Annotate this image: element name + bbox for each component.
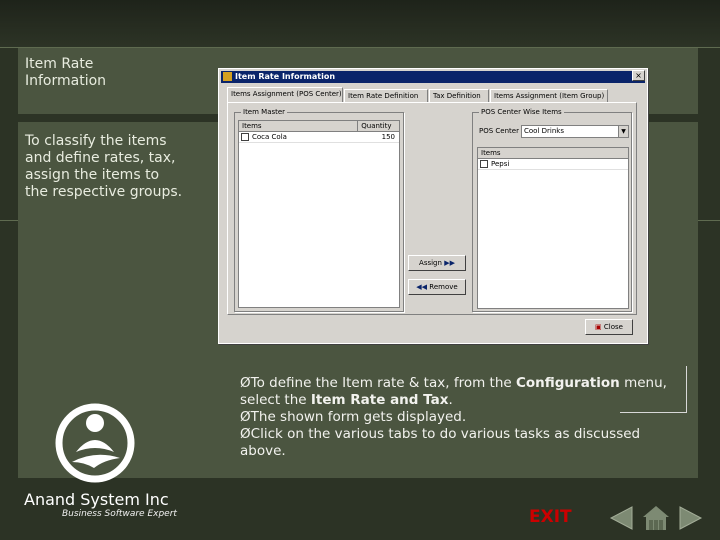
instruction-text: Click on the various tabs to do various … — [240, 426, 641, 459]
instructions: ØTo define the Item rate & tax, from the… — [240, 375, 688, 460]
chevron-down-icon[interactable]: ▼ — [618, 126, 628, 137]
pos-center-combo-label: POS Center — [479, 127, 519, 135]
exit-button[interactable]: EXIT — [529, 507, 572, 527]
slide-description: To classify the items and define rates, … — [25, 133, 183, 200]
bullet-arrow-icon: Ø — [240, 409, 251, 425]
app-icon — [223, 72, 232, 81]
assign-label: Assign — [419, 259, 442, 267]
item-master-group: Item Master Items Quantity Coca Cola 150 — [234, 107, 404, 312]
tab-page: Item Master Items Quantity Coca Cola 150… — [227, 102, 637, 315]
dialog-title-bar: Item Rate Information — [221, 71, 645, 83]
pos-center-group: POS Center Wise Items POS Center Cool Dr… — [472, 107, 632, 312]
pos-center-select[interactable]: Cool Drinks ▼ — [521, 125, 629, 138]
item-rate-dialog: Item Rate Information × Items Assignment… — [218, 68, 648, 344]
row-item: Coca Cola — [252, 133, 287, 141]
grid-header: Items — [478, 148, 628, 159]
bullet-arrow-icon: Ø — [240, 426, 251, 442]
company-tagline: Business Software Expert — [62, 509, 177, 519]
double-left-arrow-icon: ◀◀ — [416, 283, 428, 291]
table-row[interactable]: Pepsi — [478, 159, 628, 170]
row-checkbox[interactable] — [480, 160, 488, 168]
previous-icon[interactable] — [608, 505, 634, 531]
item-master-grid[interactable]: Items Quantity Coca Cola 150 — [238, 120, 400, 308]
column-header-quantity[interactable]: Quantity — [358, 121, 399, 131]
assign-button[interactable]: Assign ▶▶ — [408, 255, 466, 271]
close-button[interactable]: ▣ Close — [585, 319, 633, 335]
tab-strip: Items Assignment (POS Center) Item Rate … — [227, 87, 609, 102]
close-label: Close — [603, 323, 623, 331]
instruction-text: Configuration — [515, 375, 620, 391]
pos-center-value: Cool Drinks — [524, 127, 564, 135]
door-icon: ▣ — [595, 323, 602, 331]
slide-title: Item Rate Information — [25, 56, 107, 89]
tab-item-rate-definition[interactable]: Item Rate Definition — [344, 89, 428, 102]
column-header-items[interactable]: Items — [239, 121, 359, 131]
tab-items-assignment-pos[interactable]: Items Assignment (POS Center) — [227, 87, 343, 102]
instruction-line: ØClick on the various tabs to do various… — [240, 426, 688, 460]
row-quantity: 150 — [381, 133, 395, 141]
instruction-text: To define the Item rate & tax, from the — [250, 375, 516, 391]
dialog-title: Item Rate Information — [235, 72, 336, 81]
instruction-text: The shown form gets displayed. — [250, 409, 467, 425]
column-header-items[interactable]: Items — [478, 148, 627, 158]
instruction-text: Item Rate and Tax — [310, 392, 449, 408]
double-right-arrow-icon: ▶▶ — [444, 259, 455, 267]
tab-tax-definition[interactable]: Tax Definition — [429, 89, 489, 102]
pos-center-label: POS Center Wise Items — [479, 107, 564, 117]
table-row[interactable]: Coca Cola 150 — [239, 132, 399, 143]
tab-items-assignment-group[interactable]: Items Assignment (Item Group) — [490, 89, 608, 102]
row-item: Pepsi — [491, 160, 510, 168]
item-master-label: Item Master — [241, 107, 288, 117]
pos-center-grid[interactable]: Items Pepsi — [477, 147, 629, 309]
next-icon[interactable] — [678, 505, 704, 531]
home-icon[interactable] — [642, 505, 670, 531]
remove-button[interactable]: ◀◀ Remove — [408, 279, 466, 295]
instruction-line: ØTo define the Item rate & tax, from the… — [240, 375, 688, 409]
close-icon[interactable]: × — [632, 70, 645, 81]
instruction-line: ØThe shown form gets displayed. — [240, 409, 688, 426]
remove-label: Remove — [429, 283, 458, 291]
row-checkbox[interactable] — [241, 133, 249, 141]
company-name: Anand System Inc — [24, 490, 169, 509]
top-band — [0, 0, 720, 48]
company-logo-icon — [55, 403, 135, 483]
instruction-text: . — [448, 392, 453, 408]
bullet-arrow-icon: Ø — [240, 375, 251, 391]
grid-header: Items Quantity — [239, 121, 399, 132]
